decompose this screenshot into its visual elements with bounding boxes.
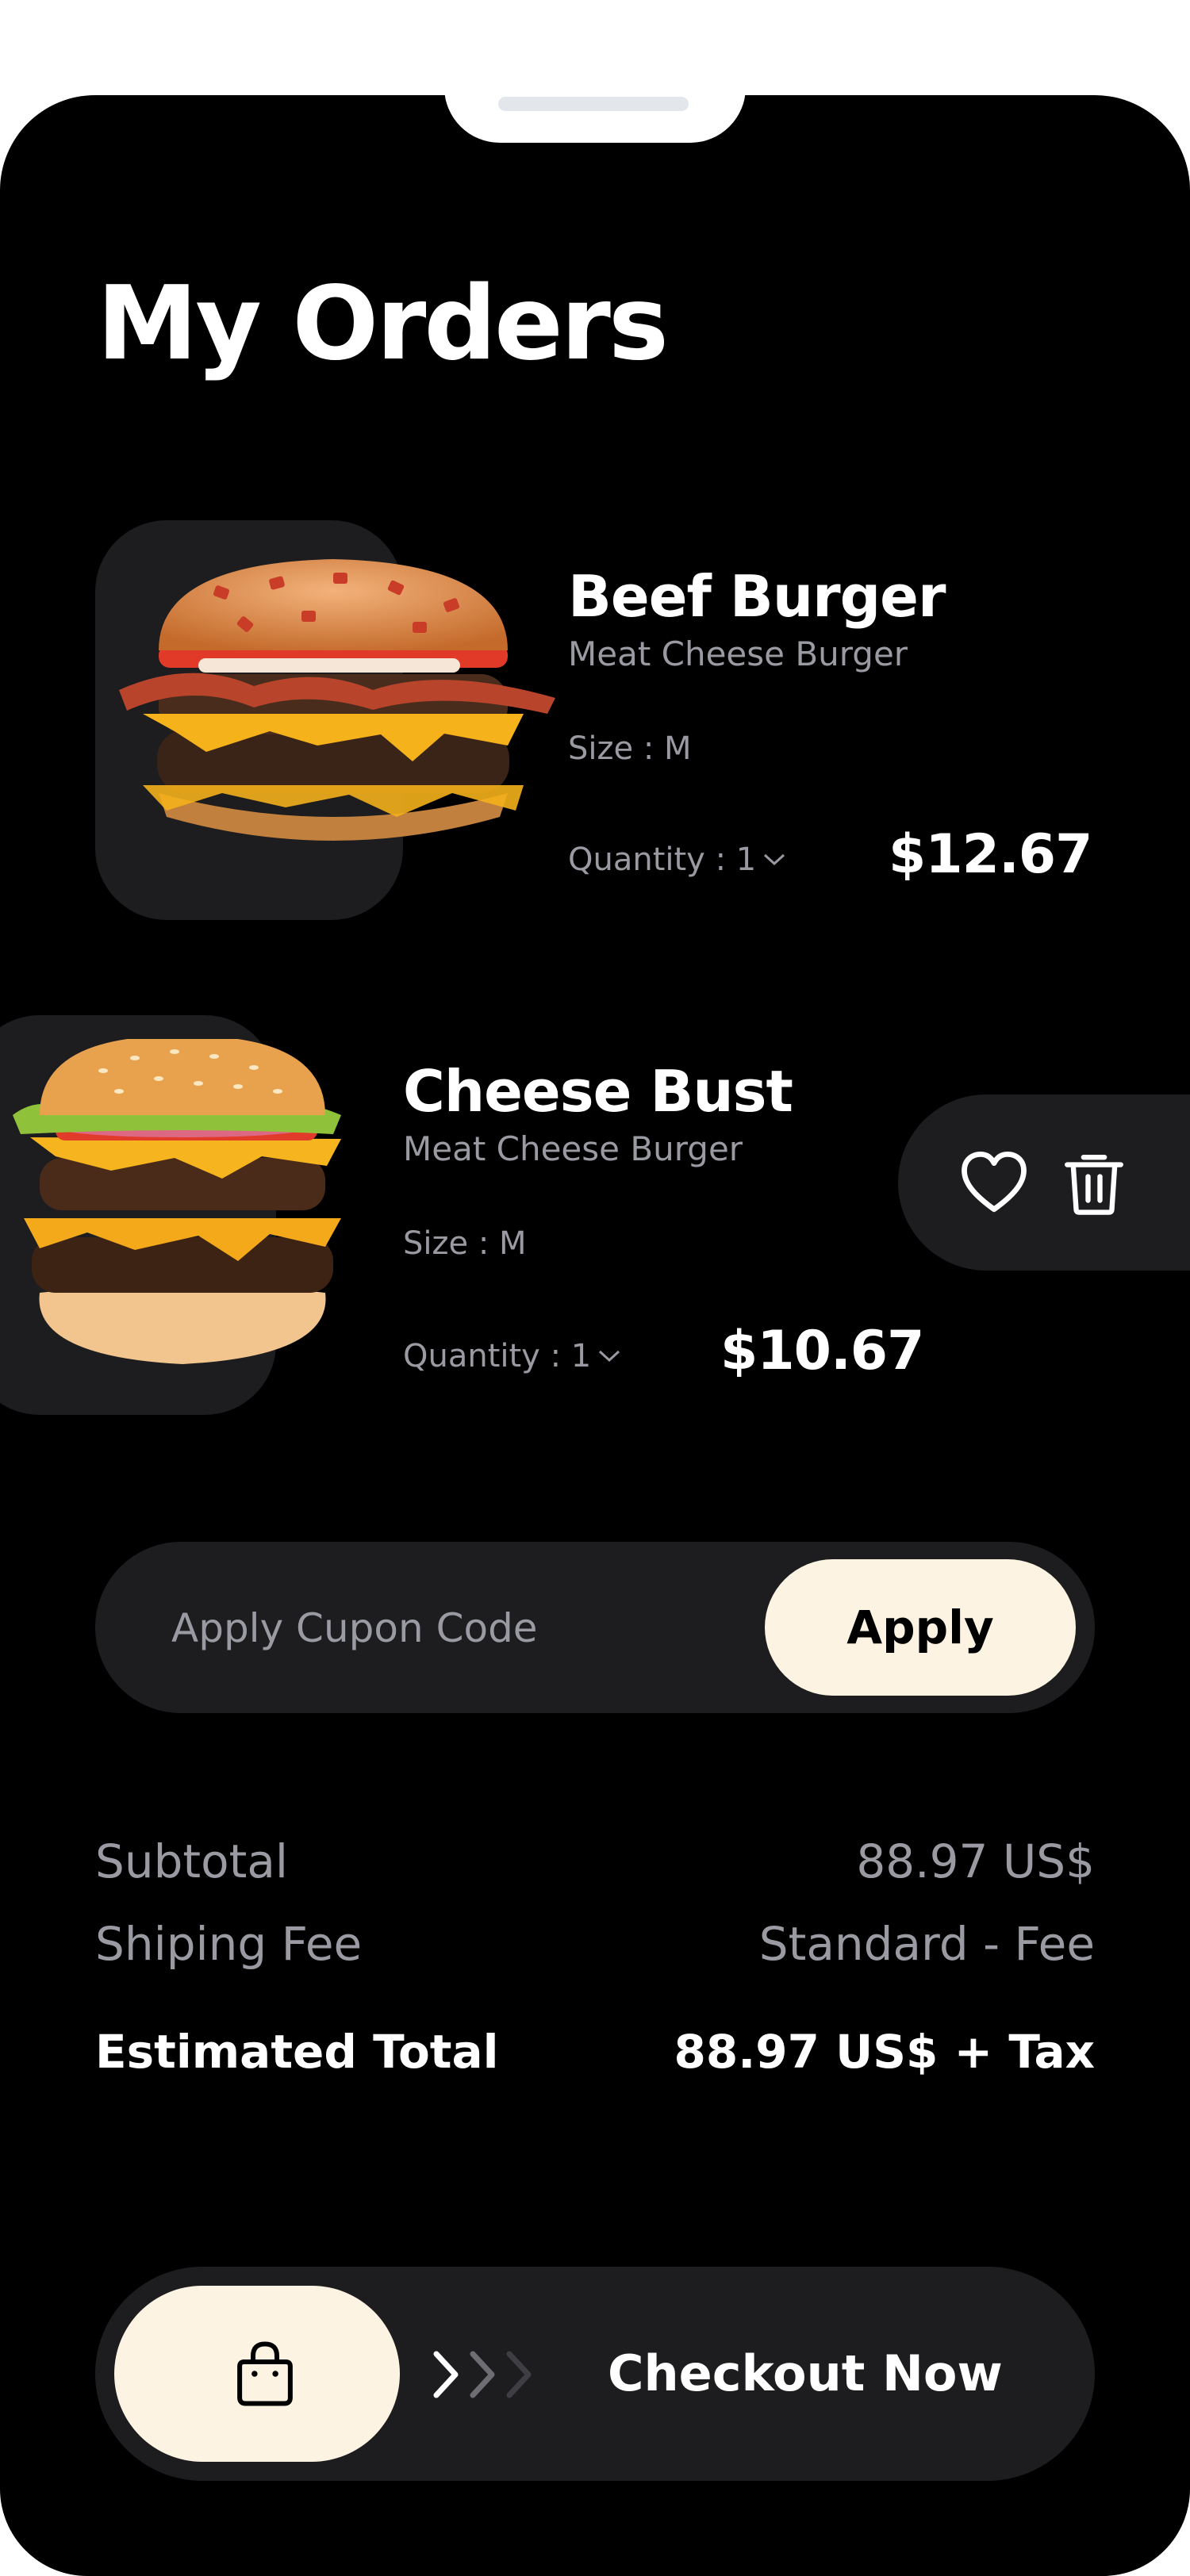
coupon-field[interactable]: Apply Cupon Code Apply [95, 1542, 1095, 1713]
quantity-select[interactable]: Quantity : 1 [568, 844, 786, 876]
drag-handle[interactable] [498, 97, 689, 111]
order-item-price: $12.67 [889, 823, 1092, 886]
checkout-slider-handle[interactable] [114, 2286, 400, 2462]
chevron-down-icon [764, 853, 785, 866]
order-item-name: Cheese Bust [403, 1058, 793, 1125]
total-label: Estimated Total [95, 2025, 499, 2079]
order-item-description: Meat Cheese Burger [568, 634, 908, 673]
order-item-name: Beef Burger [568, 563, 946, 630]
cheese-bust-image [13, 1039, 341, 1364]
coupon-input[interactable]: Apply Cupon Code [171, 1608, 538, 1648]
beef-burger-image [119, 559, 555, 841]
quantity-label: Quantity : 1 [568, 841, 757, 878]
checkout-label: Checkout Now [608, 2344, 1003, 2402]
device-notch [444, 79, 746, 143]
total-value: 88.97 US$ + Tax [674, 2025, 1096, 2079]
trash-icon[interactable] [1058, 1147, 1130, 1218]
subtotal-label: Subtotal [95, 1834, 289, 1888]
page-title: My Orders [97, 265, 669, 383]
order-item-description: Meat Cheese Burger [403, 1129, 743, 1168]
order-item-price: $10.67 [720, 1320, 924, 1382]
order-item-size: Size : M [568, 730, 692, 767]
total-row: Estimated Total 88.97 US$ + Tax [95, 2029, 1095, 2075]
shopping-bag-icon [237, 2341, 293, 2406]
chevron-down-icon [599, 1350, 620, 1363]
row-actions [898, 1094, 1190, 1271]
apply-coupon-button[interactable]: Apply [765, 1559, 1076, 1696]
chevron-right-icon [433, 2351, 532, 2398]
heart-icon[interactable] [958, 1147, 1030, 1218]
shipping-label: Shiping Fee [95, 1917, 363, 1971]
quantity-select[interactable]: Quantity : 1 [403, 1340, 621, 1372]
shipping-row: Shiping Fee Standard - Fee [95, 1921, 1095, 1967]
checkout-slider[interactable]: Checkout Now [95, 2267, 1095, 2481]
subtotal-row: Subtotal 88.97 US$ [95, 1838, 1095, 1884]
shipping-value: Standard - Fee [758, 1917, 1095, 1971]
subtotal-value: 88.97 US$ [856, 1834, 1095, 1888]
quantity-label: Quantity : 1 [403, 1338, 592, 1374]
order-item-size: Size : M [403, 1225, 527, 1262]
